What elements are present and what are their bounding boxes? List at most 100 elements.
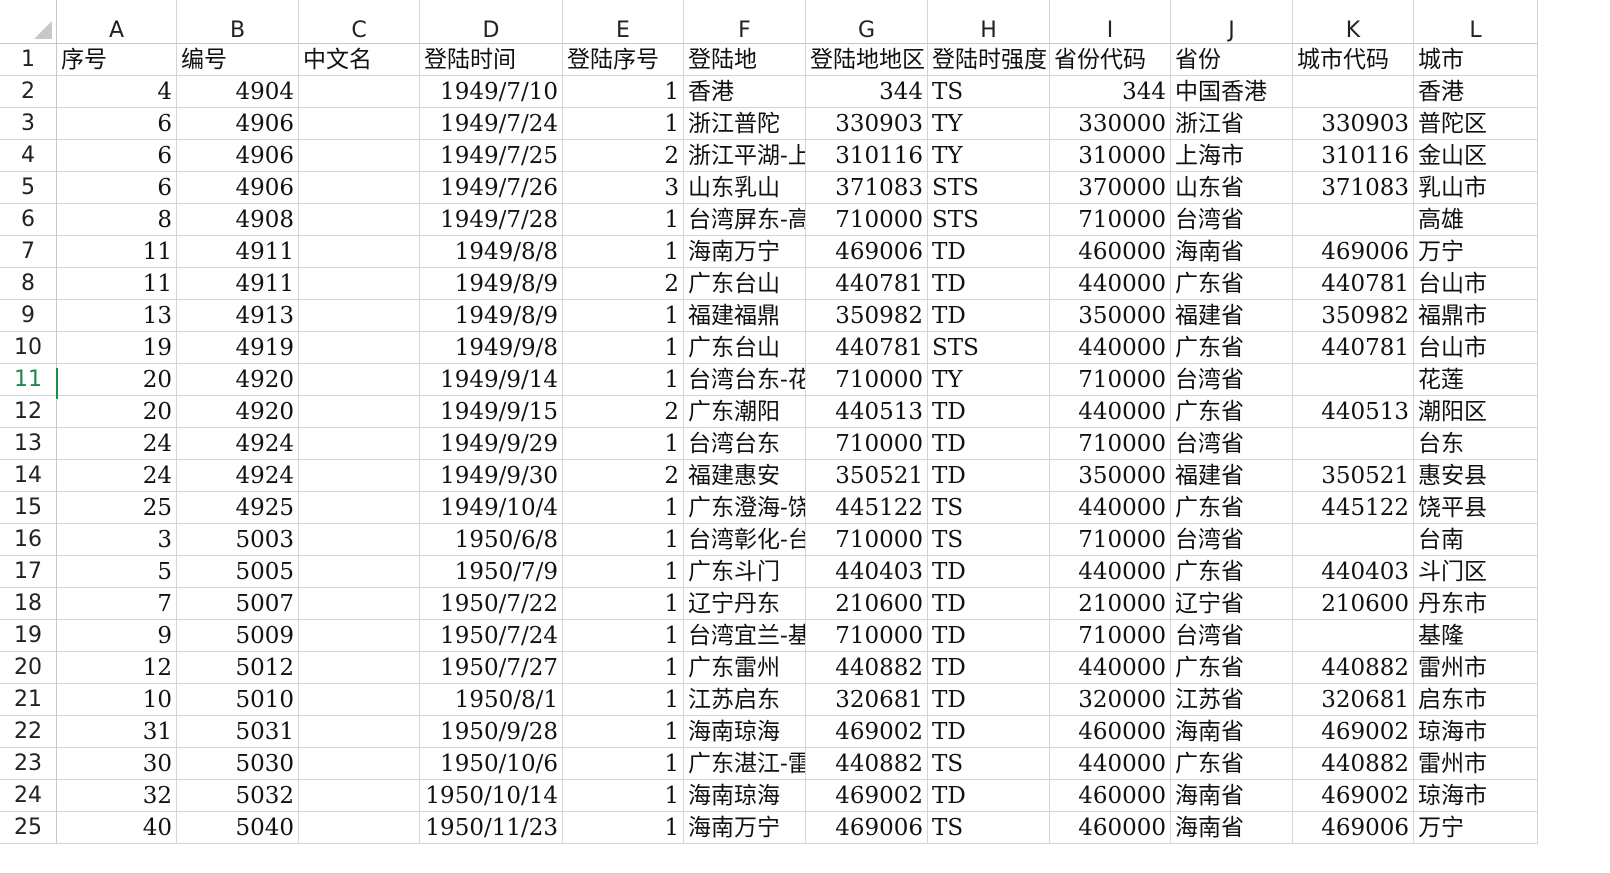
cell-j21[interactable]: 江苏省: [1171, 684, 1293, 716]
cell-b6[interactable]: 4908: [177, 204, 299, 236]
cell-f1[interactable]: 登陆地: [684, 44, 806, 76]
cell-i5[interactable]: 370000: [1050, 172, 1171, 204]
cell-d5[interactable]: 1949/7/26: [420, 172, 563, 204]
cell-j12[interactable]: 广东省: [1171, 396, 1293, 428]
cell-f4[interactable]: 浙江平湖-上: [684, 140, 806, 172]
cell-b4[interactable]: 4906: [177, 140, 299, 172]
cell-k19[interactable]: [1293, 620, 1414, 652]
cell-f2[interactable]: 香港: [684, 76, 806, 108]
cell-l15[interactable]: 饶平县: [1414, 492, 1538, 524]
row-header[interactable]: 11: [0, 364, 57, 396]
cell-h5[interactable]: STS: [928, 172, 1050, 204]
cell-e10[interactable]: 1: [563, 332, 684, 364]
cell-j7[interactable]: 海南省: [1171, 236, 1293, 268]
cell-g25[interactable]: 469006: [806, 812, 928, 844]
cell-d13[interactable]: 1949/9/29: [420, 428, 563, 460]
cell-i7[interactable]: 460000: [1050, 236, 1171, 268]
cell-c8[interactable]: [299, 268, 420, 300]
cell-b16[interactable]: 5003: [177, 524, 299, 556]
cell-k2[interactable]: [1293, 76, 1414, 108]
row-header[interactable]: 1: [0, 44, 57, 76]
cell-i18[interactable]: 210000: [1050, 588, 1171, 620]
cell-k9[interactable]: 350982: [1293, 300, 1414, 332]
cell-j10[interactable]: 广东省: [1171, 332, 1293, 364]
cell-a24[interactable]: 32: [57, 780, 177, 812]
cell-l10[interactable]: 台山市: [1414, 332, 1538, 364]
cell-d20[interactable]: 1950/7/27: [420, 652, 563, 684]
cell-i23[interactable]: 440000: [1050, 748, 1171, 780]
cell-e18[interactable]: 1: [563, 588, 684, 620]
cell-d24[interactable]: 1950/10/14: [420, 780, 563, 812]
cell-j5[interactable]: 山东省: [1171, 172, 1293, 204]
row-header[interactable]: 20: [0, 652, 57, 684]
cell-e22[interactable]: 1: [563, 716, 684, 748]
cell-b11[interactable]: 4920: [177, 364, 299, 396]
cell-e3[interactable]: 1: [563, 108, 684, 140]
cell-g17[interactable]: 440403: [806, 556, 928, 588]
cell-j6[interactable]: 台湾省: [1171, 204, 1293, 236]
row-header[interactable]: 15: [0, 492, 57, 524]
cell-l16[interactable]: 台南: [1414, 524, 1538, 556]
cell-h23[interactable]: TS: [928, 748, 1050, 780]
column-header-h[interactable]: H: [928, 0, 1050, 44]
cell-e21[interactable]: 1: [563, 684, 684, 716]
cell-a10[interactable]: 19: [57, 332, 177, 364]
cell-b13[interactable]: 4924: [177, 428, 299, 460]
cell-c17[interactable]: [299, 556, 420, 588]
cell-d16[interactable]: 1950/6/8: [420, 524, 563, 556]
cell-h20[interactable]: TD: [928, 652, 1050, 684]
cell-a8[interactable]: 11: [57, 268, 177, 300]
cell-f9[interactable]: 福建福鼎: [684, 300, 806, 332]
cell-l17[interactable]: 斗门区: [1414, 556, 1538, 588]
cell-h2[interactable]: TS: [928, 76, 1050, 108]
cell-l8[interactable]: 台山市: [1414, 268, 1538, 300]
cell-a18[interactable]: 7: [57, 588, 177, 620]
cell-k15[interactable]: 445122: [1293, 492, 1414, 524]
cell-f21[interactable]: 江苏启东: [684, 684, 806, 716]
cell-i2[interactable]: 344: [1050, 76, 1171, 108]
cell-b20[interactable]: 5012: [177, 652, 299, 684]
cell-b1[interactable]: 编号: [177, 44, 299, 76]
cell-i25[interactable]: 460000: [1050, 812, 1171, 844]
cell-k16[interactable]: [1293, 524, 1414, 556]
cell-g2[interactable]: 344: [806, 76, 928, 108]
cell-a13[interactable]: 24: [57, 428, 177, 460]
cell-c3[interactable]: [299, 108, 420, 140]
cell-c22[interactable]: [299, 716, 420, 748]
cell-a20[interactable]: 12: [57, 652, 177, 684]
cell-e16[interactable]: 1: [563, 524, 684, 556]
cell-k10[interactable]: 440781: [1293, 332, 1414, 364]
cell-j18[interactable]: 辽宁省: [1171, 588, 1293, 620]
cell-c15[interactable]: [299, 492, 420, 524]
cell-a5[interactable]: 6: [57, 172, 177, 204]
cell-k5[interactable]: 371083: [1293, 172, 1414, 204]
row-header[interactable]: 16: [0, 524, 57, 556]
cell-b24[interactable]: 5032: [177, 780, 299, 812]
cell-b15[interactable]: 4925: [177, 492, 299, 524]
cell-a12[interactable]: 20: [57, 396, 177, 428]
cell-k13[interactable]: [1293, 428, 1414, 460]
cell-g3[interactable]: 330903: [806, 108, 928, 140]
cell-b5[interactable]: 4906: [177, 172, 299, 204]
cell-c6[interactable]: [299, 204, 420, 236]
cell-c11[interactable]: [299, 364, 420, 396]
cell-b2[interactable]: 4904: [177, 76, 299, 108]
cell-k21[interactable]: 320681: [1293, 684, 1414, 716]
row-header[interactable]: 19: [0, 620, 57, 652]
cell-c25[interactable]: [299, 812, 420, 844]
cell-c2[interactable]: [299, 76, 420, 108]
cell-j15[interactable]: 广东省: [1171, 492, 1293, 524]
cell-k6[interactable]: [1293, 204, 1414, 236]
cell-a25[interactable]: 40: [57, 812, 177, 844]
cell-d3[interactable]: 1949/7/24: [420, 108, 563, 140]
cell-g14[interactable]: 350521: [806, 460, 928, 492]
row-header[interactable]: 7: [0, 236, 57, 268]
column-header-b[interactable]: B: [177, 0, 299, 44]
cell-f24[interactable]: 海南琼海: [684, 780, 806, 812]
row-header[interactable]: 8: [0, 268, 57, 300]
cell-h11[interactable]: TY: [928, 364, 1050, 396]
cell-e23[interactable]: 1: [563, 748, 684, 780]
cell-l13[interactable]: 台东: [1414, 428, 1538, 460]
cell-i19[interactable]: 710000: [1050, 620, 1171, 652]
cell-i17[interactable]: 440000: [1050, 556, 1171, 588]
